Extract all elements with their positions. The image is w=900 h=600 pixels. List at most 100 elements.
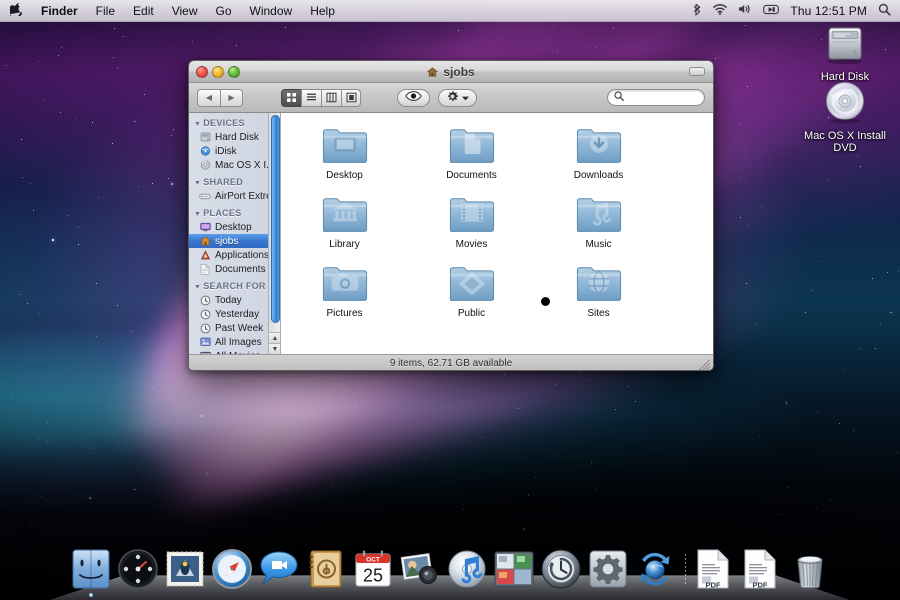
dock-item-trash[interactable] <box>789 548 831 590</box>
file-item[interactable]: Sites <box>535 259 662 328</box>
action-gear-icon <box>446 90 459 106</box>
search-input[interactable] <box>628 92 698 103</box>
sidebar-item-idisk[interactable]: iDisk <box>189 144 280 158</box>
apple-menu-icon[interactable] <box>7 2 32 20</box>
menu-item-go[interactable]: Go <box>207 2 241 20</box>
sidebar-item-today[interactable]: Today <box>189 293 280 307</box>
file-item[interactable]: Desktop <box>281 121 408 190</box>
wifi-icon[interactable] <box>713 3 728 18</box>
coverflow-view-button[interactable] <box>341 88 361 107</box>
close-button[interactable] <box>196 65 208 78</box>
sidebar-section-header[interactable]: ▼ DEVICES <box>189 113 280 130</box>
dock-item-software-update[interactable] <box>634 548 676 590</box>
disclosure-triangle-icon[interactable]: ▼ <box>194 121 201 128</box>
dock-item-safari[interactable] <box>211 548 253 590</box>
sidebar-item-hard-disk[interactable]: Hard Disk <box>189 130 280 144</box>
zoom-button[interactable] <box>228 65 240 78</box>
disclosure-triangle-icon[interactable]: ▼ <box>194 284 201 291</box>
dock-item-address-book[interactable] <box>305 548 347 590</box>
sidebar-item-applications[interactable]: Applications <box>189 248 280 262</box>
desktop-icon-hard-disk[interactable]: Hard Disk <box>797 22 893 83</box>
scroll-down-arrow-icon[interactable]: ▼ <box>269 343 280 354</box>
volume-icon[interactable] <box>738 3 752 18</box>
home-icon <box>427 66 441 79</box>
dock-item-ical[interactable]: OCT 25 <box>352 548 394 590</box>
menu-item-finder[interactable]: Finder <box>32 2 87 20</box>
sidebar-section-header[interactable]: ▼ PLACES <box>189 203 280 220</box>
search-field[interactable] <box>607 89 705 106</box>
back-button[interactable]: ◀ <box>197 88 220 107</box>
dock-item-system-preferences[interactable] <box>587 548 629 590</box>
scroll-up-arrow-icon[interactable]: ▲ <box>269 332 280 343</box>
sidebar-section-header[interactable]: ▼ SHARED <box>189 172 280 189</box>
list-view-button[interactable] <box>301 88 321 107</box>
dock-item-pdf-document[interactable]: PDF <box>695 548 737 590</box>
toolbar-toggle-button[interactable] <box>689 67 705 76</box>
file-item[interactable]: Pictures <box>281 259 408 328</box>
finder-sidebar[interactable]: ▼ DEVICES Hard Disk iDisk Mac OS X I... ▼ SHAR… <box>189 113 281 354</box>
icon-view-button[interactable] <box>281 88 301 107</box>
quick-look-button[interactable] <box>397 88 430 107</box>
action-menu-button[interactable] <box>438 88 477 107</box>
file-grid: Desktop Documents Downloads Library Movies Mu… <box>281 121 713 328</box>
bluetooth-icon[interactable] <box>693 3 702 19</box>
sidebar-item-yesterday[interactable]: Yesterday <box>189 307 280 321</box>
sidebar-item-all-images[interactable]: All Images <box>189 335 280 349</box>
Software Update-app-icon <box>634 552 676 593</box>
dock[interactable]: OCT 25 PDF PDF <box>0 528 900 600</box>
disc-icon <box>199 160 211 171</box>
forward-button[interactable]: ▶ <box>220 88 243 107</box>
file-icon-area[interactable]: Desktop Documents Downloads Library Movies Mu… <box>281 113 713 354</box>
disclosure-triangle-icon[interactable]: ▼ <box>194 180 201 187</box>
desktop-icon-install-dvd[interactable]: Mac OS X Install DVD <box>797 80 893 154</box>
minimize-button[interactable] <box>212 65 224 78</box>
hard-disk-icon <box>828 27 862 65</box>
menu-item-help[interactable]: Help <box>301 2 344 20</box>
sidebar-item-documents[interactable]: Documents <box>189 262 280 276</box>
file-item-label: Sites <box>587 308 610 319</box>
dock-item-mail[interactable] <box>164 548 206 590</box>
menu-item-window[interactable]: Window <box>241 2 302 20</box>
home-icon <box>199 236 211 247</box>
sidebar-scrollbar[interactable]: ▲ ▼ <box>268 113 280 354</box>
file-item[interactable]: Public <box>408 259 535 328</box>
sidebar-item-desktop[interactable]: Desktop <box>189 220 280 234</box>
dock-item-dashboard[interactable] <box>117 548 159 590</box>
file-item[interactable]: Library <box>281 190 408 259</box>
dock-item-spaces[interactable] <box>493 548 535 590</box>
finder-window[interactable]: sjobs ◀ ▶ ▼ DEVICES Hard Disk iDisk Mac … <box>188 60 714 371</box>
window-titlebar[interactable]: sjobs <box>189 61 713 83</box>
spotlight-search-icon[interactable] <box>878 3 891 19</box>
dock-item-itunes[interactable] <box>446 548 488 590</box>
dock-item-finder[interactable] <box>70 548 112 597</box>
menu-item-view[interactable]: View <box>163 2 207 20</box>
dock-item-ichat[interactable] <box>258 548 300 590</box>
sidebar-section-header[interactable]: ▼ SEARCH FOR <box>189 276 280 293</box>
sidebar-item-sjobs[interactable]: sjobs <box>189 234 280 248</box>
display-icon[interactable] <box>763 4 780 18</box>
sidebar-scrollbar-thumb[interactable] <box>271 115 280 323</box>
file-item-label: Public <box>457 308 486 319</box>
file-item[interactable]: Documents <box>408 121 535 190</box>
dock-item-iphoto[interactable] <box>399 548 441 590</box>
iTunes-app-icon <box>446 550 488 593</box>
menu-bar-clock[interactable]: Thu 12:51 PM <box>790 4 867 18</box>
file-item-label: Desktop <box>326 170 363 181</box>
sidebar-item-label: Mac OS X I... <box>215 159 275 171</box>
resize-grip[interactable] <box>698 358 711 370</box>
dock-item-pdf-document[interactable]: PDF <box>742 548 784 590</box>
sidebar-item-airport-extreme[interactable]: AirPort Extreme <box>189 189 280 203</box>
file-item-label: Downloads <box>573 170 624 181</box>
sidebar-item-mac-os-x-i[interactable]: Mac OS X I... <box>189 158 280 172</box>
file-item[interactable]: Music <box>535 190 662 259</box>
menu-item-edit[interactable]: Edit <box>124 2 163 20</box>
file-item[interactable]: Movies <box>408 190 535 259</box>
sidebar-item-past-week[interactable]: Past Week <box>189 321 280 335</box>
disclosure-triangle-icon[interactable]: ▼ <box>194 211 201 218</box>
menu-item-file[interactable]: File <box>87 2 124 20</box>
dock-item-time-machine[interactable] <box>540 548 582 590</box>
window-title: sjobs <box>189 65 713 79</box>
clock-icon <box>199 309 211 320</box>
column-view-button[interactable] <box>321 88 341 107</box>
file-item[interactable]: Downloads <box>535 121 662 190</box>
